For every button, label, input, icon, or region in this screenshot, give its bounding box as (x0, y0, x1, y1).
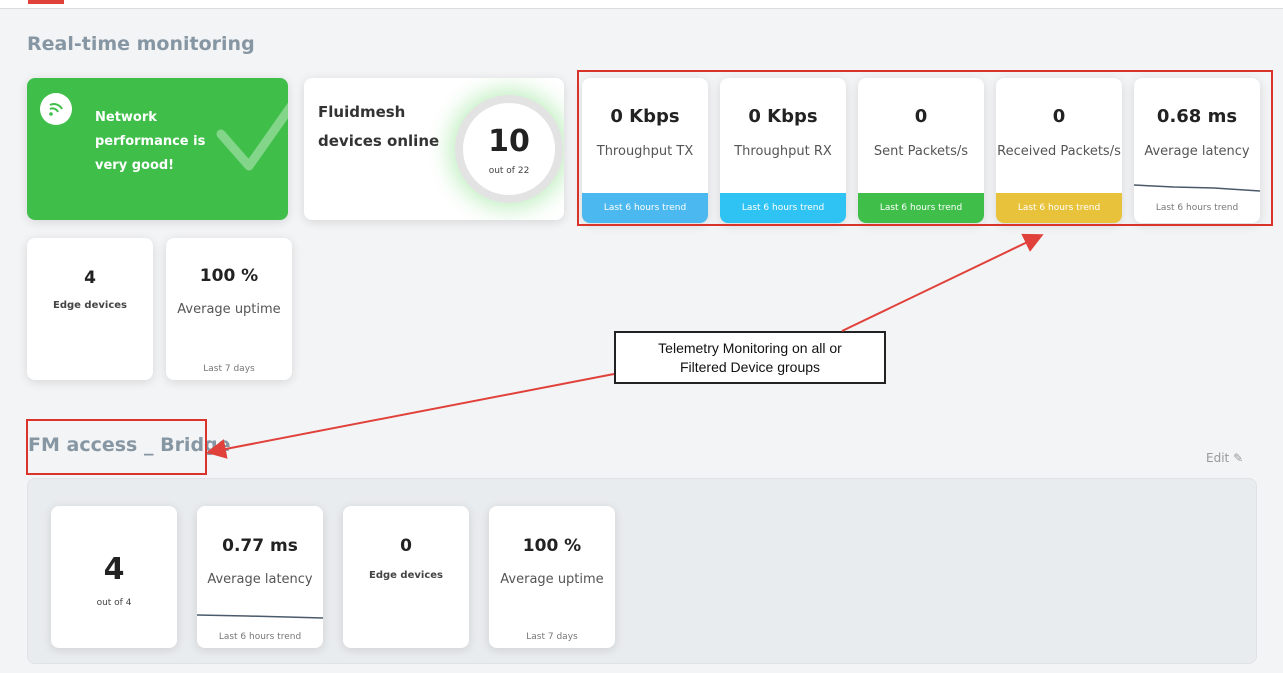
group-uptime-value: 100 % (522, 536, 582, 556)
group-uptime-card[interactable]: 100 % Average uptime Last 7 days (489, 506, 615, 648)
edge-devices-card[interactable]: 4 Edge devices (27, 238, 153, 380)
devices-online-label: Fluidmesh devices online (318, 103, 440, 150)
devices-online-count: 10 (488, 124, 530, 159)
uptime-label: Average uptime (177, 302, 281, 317)
group-count-label: out of 4 (96, 598, 132, 608)
group-count-value: 4 (103, 552, 125, 587)
devices-online-total: out of 22 (488, 166, 530, 176)
group-edge-value: 0 (400, 536, 412, 556)
group-latency-card[interactable]: 0.77 ms Average latency Last 6 hours tre… (197, 506, 323, 648)
group-latency-value: 0.77 ms (222, 536, 298, 556)
group-edge-label: Edge devices (369, 570, 443, 581)
arrow-to-group (206, 373, 615, 459)
group-edge-devices-card[interactable]: 0 Edge devices (343, 506, 469, 648)
group-uptime-label: Average uptime (500, 572, 604, 587)
telemetry-highlight-box (577, 70, 1273, 226)
average-uptime-card[interactable]: 100 % Average uptime Last 7 days (166, 238, 292, 380)
uptime-period: Last 7 days (203, 364, 255, 374)
uptime-value: 100 % (199, 266, 259, 286)
edit-label: Edit (1206, 451, 1230, 465)
edit-group-button[interactable]: Edit ✎ (1206, 451, 1243, 465)
annotation-callout: Telemetry Monitoring on all or Filtered … (614, 331, 886, 384)
network-status-message: Network performance is very good! (95, 110, 206, 173)
edge-devices-value: 4 (84, 268, 96, 288)
top-bar (0, 0, 1283, 9)
callout-line-2: Filtered Device groups (679, 359, 821, 375)
network-status-card[interactable]: Network performance is very good! (27, 78, 288, 220)
active-tab-indicator (28, 0, 64, 4)
callout-line-1: Telemetry Monitoring on all or (658, 340, 842, 356)
arrow-to-telemetry (841, 233, 1044, 332)
group-latency-sparkline (197, 614, 323, 619)
group-uptime-period: Last 7 days (526, 632, 578, 642)
edge-devices-label: Edge devices (53, 300, 127, 311)
group-title-highlight-box (26, 419, 207, 475)
group-device-count-card[interactable]: 4 out of 4 (51, 506, 177, 648)
pencil-icon: ✎ (1233, 451, 1244, 465)
group-latency-period: Last 6 hours trend (218, 632, 302, 642)
realtime-monitoring-title: Real-time monitoring (27, 33, 255, 55)
group-latency-label: Average latency (207, 572, 313, 587)
devices-online-card[interactable]: Fluidmesh devices online 10 out of 22 (304, 78, 564, 220)
checkmark-icon (216, 102, 288, 171)
wifi-icon (40, 93, 72, 125)
